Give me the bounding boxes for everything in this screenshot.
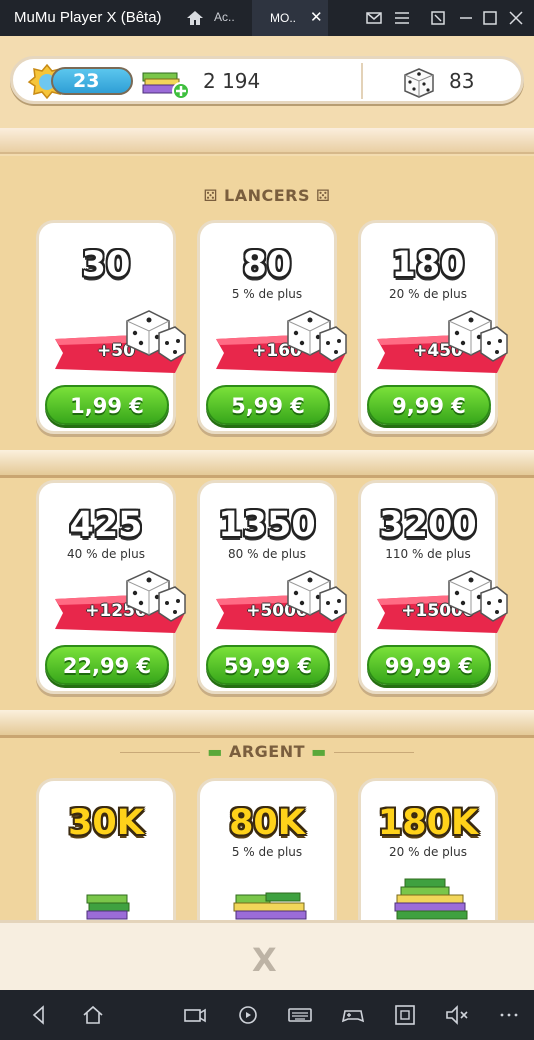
dice-pair-icon	[126, 310, 186, 362]
price-label: 59,99 €	[223, 654, 313, 678]
close-icon[interactable]	[506, 8, 526, 28]
menu-icon[interactable]	[392, 8, 412, 28]
shelf	[0, 450, 534, 478]
dice-pair-icon	[287, 310, 347, 362]
offer-amount: 3200	[379, 505, 477, 545]
level-value: 23	[73, 70, 100, 92]
tab-active-label: MO..	[270, 11, 296, 25]
money-stack-icon	[394, 878, 468, 920]
offer-amount: 80K	[229, 803, 305, 843]
dice-offer-card[interactable]: 425 40 % de plus +1250 22,99 €	[36, 480, 186, 694]
offer-subtitle: 110 % de plus	[385, 547, 471, 561]
divider	[361, 63, 363, 99]
dice-pair-icon	[126, 570, 186, 622]
buy-button[interactable]: 9,99 €	[367, 385, 491, 425]
buy-button[interactable]: 1,99 €	[45, 385, 169, 425]
android-navbar	[0, 990, 534, 1040]
maximize-icon[interactable]	[480, 8, 500, 28]
offer-amount: 425	[69, 505, 143, 545]
money-stack-icon	[233, 892, 307, 920]
buy-button[interactable]: 59,99 €	[206, 645, 330, 685]
dice-offer-card[interactable]: 180 20 % de plus +450 9,99 €	[358, 220, 508, 434]
price-label: 22,99 €	[62, 654, 152, 678]
home-icon[interactable]	[185, 8, 205, 28]
controller-icon[interactable]	[340, 1002, 366, 1028]
window-titlebar: MuMu Player X (Bêta) Ac.. MO.. ✕	[0, 0, 534, 36]
shelf	[0, 710, 534, 738]
back-icon[interactable]	[26, 1002, 52, 1028]
price-label: 5,99 €	[231, 394, 305, 418]
more-icon[interactable]	[496, 1002, 522, 1028]
offer-subtitle: 5 % de plus	[231, 845, 303, 859]
offer-subtitle: 80 % de plus	[228, 547, 306, 561]
app-title: MuMu Player X (Bêta)	[14, 9, 162, 26]
home-nav-icon[interactable]	[80, 1002, 106, 1028]
gamepad-icon[interactable]	[235, 1002, 261, 1028]
tab-ac[interactable]: Ac..	[214, 10, 235, 24]
offer-subtitle: 5 % de plus	[231, 287, 303, 301]
money-stack-icon	[86, 894, 130, 920]
money-icon: ▬	[207, 742, 229, 761]
offer-amount: 180K	[377, 803, 479, 843]
offer-amount: 30	[81, 245, 131, 285]
camera-icon[interactable]	[182, 1002, 208, 1028]
dice-offer-card[interactable]: 30 +50 1,99 €	[36, 220, 186, 434]
tab-close-icon[interactable]: ✕	[310, 8, 323, 26]
price-label: 99,99 €	[384, 654, 474, 678]
dice-offer-card[interactable]: 3200 110 % de plus +15000 99,99 €	[358, 480, 508, 694]
dice-icon: ⚄	[309, 186, 331, 205]
screen-icon[interactable]	[392, 1002, 418, 1028]
dice-pair-icon	[448, 570, 508, 622]
offer-subtitle: 20 % de plus	[389, 845, 467, 859]
game-area: 23 2 194 83 ⚄ LANCERS ⚄ 30 +50 1,99 € 80…	[0, 36, 534, 990]
dice-icon: ⚄	[203, 186, 224, 205]
money-value: 2 194	[203, 69, 261, 93]
price-label: 1,99 €	[70, 394, 144, 418]
buy-button[interactable]: 99,99 €	[367, 645, 491, 685]
offer-amount: 80	[242, 245, 292, 285]
resize-icon[interactable]	[428, 8, 448, 28]
dice-pair-icon	[287, 570, 347, 622]
offer-amount: 30K	[68, 803, 144, 843]
tab-active[interactable]: MO.. ✕	[252, 0, 328, 36]
top-shelf	[0, 128, 534, 154]
keyboard-icon[interactable]	[287, 1002, 313, 1028]
dice-icon	[404, 68, 434, 98]
money-icon: ▬	[305, 742, 327, 761]
dice-pair-icon	[448, 310, 508, 362]
offer-amount: 1350	[218, 505, 316, 545]
resource-bar: 23 2 194 83	[10, 56, 524, 104]
footer-bar: X	[0, 920, 534, 990]
dice-offer-card[interactable]: 1350 80 % de plus +5000 59,99 €	[197, 480, 347, 694]
section-title-dice: ⚄ LANCERS ⚄	[203, 186, 331, 205]
buy-button[interactable]: 5,99 €	[206, 385, 330, 425]
mail-icon[interactable]	[364, 8, 384, 28]
shop-panel: ⚄ LANCERS ⚄ 30 +50 1,99 € 80 5 % de plus	[0, 156, 534, 990]
mute-icon[interactable]	[444, 1002, 470, 1028]
offer-amount: 180	[391, 245, 465, 285]
money-stack-icon[interactable]	[139, 65, 191, 101]
offer-subtitle: 40 % de plus	[67, 547, 145, 561]
dice-count: 83	[449, 69, 475, 93]
buy-button[interactable]: 22,99 €	[45, 645, 169, 685]
price-label: 9,99 €	[392, 394, 466, 418]
offer-subtitle: 20 % de plus	[389, 287, 467, 301]
minimize-icon[interactable]	[456, 8, 476, 28]
section-title-money: ▬ ARGENT ▬	[207, 742, 327, 761]
dice-offer-card[interactable]: 80 5 % de plus +160 5,99 €	[197, 220, 347, 434]
close-shop-button[interactable]: X	[252, 941, 277, 979]
